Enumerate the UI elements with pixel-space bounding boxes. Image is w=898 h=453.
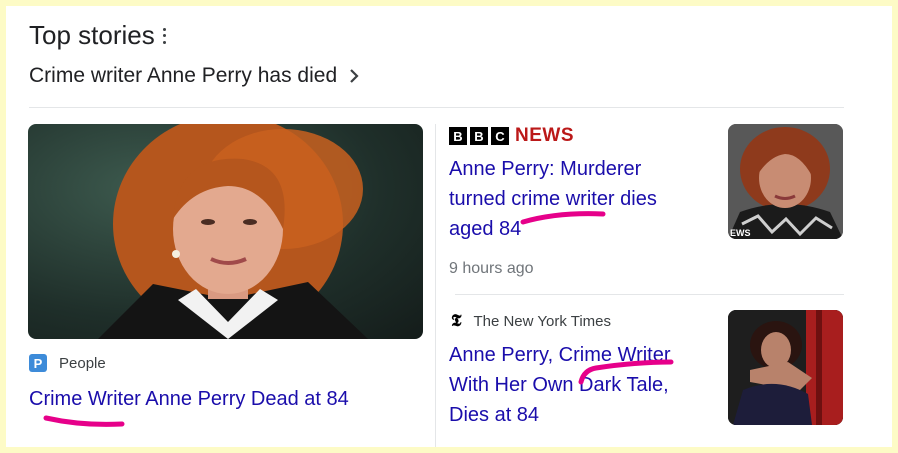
headline-line: aged 84 xyxy=(449,218,522,240)
more-options-icon[interactable] xyxy=(162,27,167,44)
source-name: The New York Times xyxy=(473,312,612,330)
top-stories-heading: Top stories xyxy=(29,20,167,51)
chevron-right-icon xyxy=(350,69,359,83)
source-name: People xyxy=(59,354,106,372)
headline-line: Anne Perry, Crime Writer xyxy=(449,344,671,366)
thumbnail-caption: EWS xyxy=(730,228,751,238)
topic-link[interactable]: Crime writer Anne Perry has died xyxy=(29,64,359,88)
bbc-logo-letter: B xyxy=(470,127,488,145)
nyt-thumbnail[interactable] xyxy=(728,310,843,425)
people-logo-icon: P xyxy=(29,354,47,372)
story-timestamp: 9 hours ago xyxy=(449,260,534,277)
bbc-logo-news: NEWS xyxy=(515,125,574,146)
story-source-people: P People xyxy=(29,354,106,372)
bbc-logo-letter: B xyxy=(449,127,467,145)
story-image-anne-perry[interactable] xyxy=(28,124,423,339)
story-headline-nyt[interactable]: Anne Perry, Crime Writer With Her Own Da… xyxy=(449,340,671,430)
story-divider xyxy=(455,294,844,295)
headline-line: With Her Own Dark Tale, xyxy=(449,374,669,396)
column-divider xyxy=(435,124,436,447)
top-stories-panel: Top stories Crime writer Anne Perry has … xyxy=(6,6,892,447)
topic-title: Crime writer Anne Perry has died xyxy=(29,64,338,87)
bbc-logo-letter: C xyxy=(491,127,509,145)
story-headline-bbc[interactable]: Anne Perry: Murderer turned crime writer… xyxy=(449,154,657,244)
headline-line: Anne Perry: Murderer xyxy=(449,158,642,180)
bbc-news-logo: B B C NEWS xyxy=(449,125,574,147)
divider xyxy=(29,107,844,108)
bbc-thumbnail[interactable]: EWS xyxy=(728,124,843,239)
story-headline-people[interactable]: Crime Writer Anne Perry Dead at 84 xyxy=(29,384,349,414)
headline-line: turned crime writer dies xyxy=(449,188,657,210)
story-source-nyt: 𝕿 The New York Times xyxy=(451,311,611,331)
highlight-underline xyxy=(43,415,125,427)
headline-line: Dies at 84 xyxy=(449,404,540,426)
section-title: Top stories xyxy=(29,20,155,50)
nyt-logo-icon: 𝕿 xyxy=(451,311,462,331)
